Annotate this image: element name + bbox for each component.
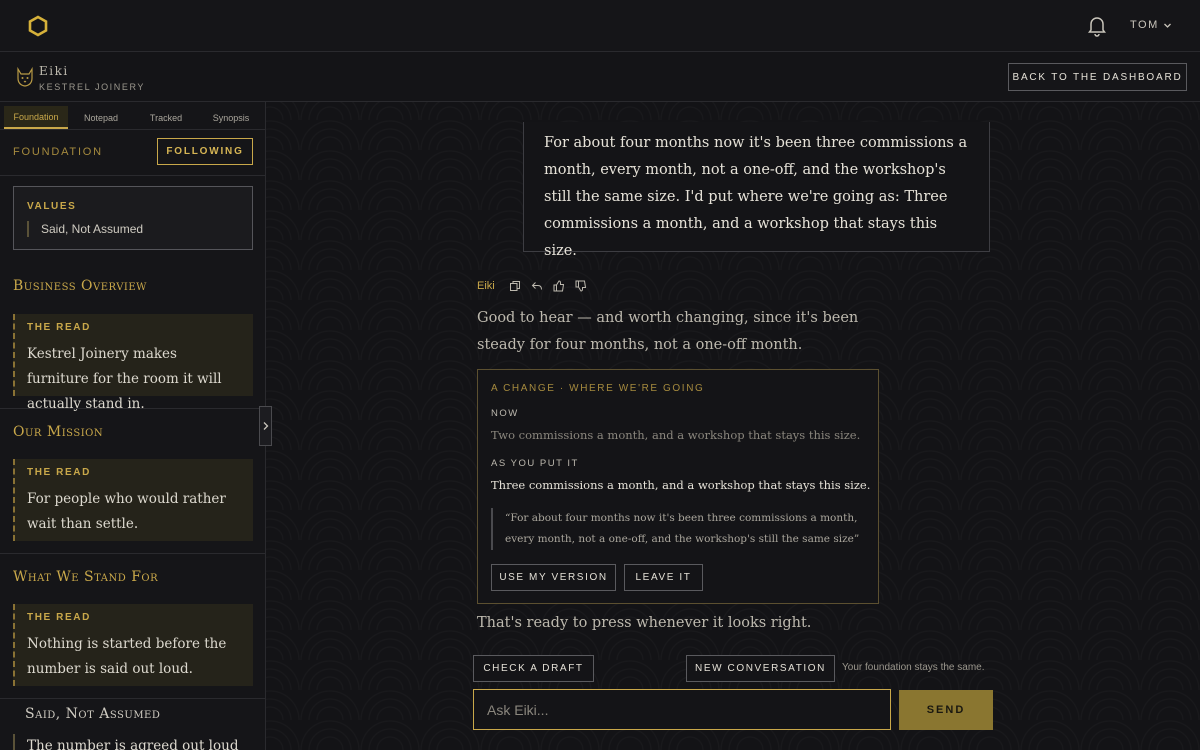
check-a-draft-button[interactable]: CHECK A DRAFT xyxy=(473,655,594,682)
section-heading-what-we-stand-for: What We Stand For xyxy=(13,569,159,585)
assistant-reply: Good to hear — and worth changing, since… xyxy=(477,310,859,353)
read-text: For people who would rather wait than se… xyxy=(27,491,226,532)
tab-notepad[interactable]: Notepad xyxy=(69,106,133,129)
send-button[interactable]: SEND xyxy=(899,690,993,730)
new-conversation-button[interactable]: NEW CONVERSATION xyxy=(686,655,835,682)
tab-tracked[interactable]: Tracked xyxy=(134,106,198,129)
top-bar: TOM xyxy=(0,0,1200,52)
as-you-put-it-text: Three commissions a month, and a worksho… xyxy=(491,478,871,492)
reply-icon[interactable] xyxy=(531,280,543,292)
ready-text: That's ready to press whenever it looks … xyxy=(477,615,812,631)
section-heading-business-overview: Business Overview xyxy=(13,278,147,294)
agent-name: Eiki xyxy=(39,64,69,78)
tab-foundation[interactable]: Foundation xyxy=(4,106,68,129)
divider xyxy=(0,129,265,130)
read-title: THE READ xyxy=(27,467,91,478)
sidebar: Foundation Notepad Tracked Synopsis FOUN… xyxy=(0,102,266,750)
thumbs-up-icon[interactable] xyxy=(553,280,565,292)
said-not-assumed-text: The number is agreed out loud before xyxy=(13,734,253,750)
divider xyxy=(0,408,265,409)
hexagon-logo-icon[interactable] xyxy=(27,15,49,37)
user-message-bubble: For about four months now it's been thre… xyxy=(523,122,990,259)
use-my-version-button[interactable]: USE MY VERSION xyxy=(491,564,616,591)
read-title: THE READ xyxy=(27,322,91,333)
tab-synopsis[interactable]: Synopsis xyxy=(199,106,263,129)
chevron-right-icon xyxy=(263,422,268,430)
thumbs-down-icon[interactable] xyxy=(575,280,587,292)
collapse-sidebar-button[interactable] xyxy=(259,406,272,446)
now-label: NOW xyxy=(491,408,519,419)
assistant-header: Eiki xyxy=(477,280,587,292)
chevron-down-icon xyxy=(1163,23,1171,28)
read-card-business-overview[interactable]: THE READ Kestrel Joinery makes furniture… xyxy=(13,314,253,412)
back-to-dashboard-button[interactable]: BACK TO THE DASHBOARD xyxy=(1008,63,1187,91)
user-menu[interactable]: TOM xyxy=(1130,19,1172,31)
values-card[interactable]: VALUES Said, Not Assumed xyxy=(13,186,253,250)
quote-text: “For about four months now it's been thr… xyxy=(491,508,861,550)
values-text: Said, Not Assumed xyxy=(27,221,143,237)
foundation-note: Your foundation stays the same. xyxy=(842,662,985,673)
foundation-label: FOUNDATION xyxy=(13,146,103,158)
leave-it-button[interactable]: LEAVE IT xyxy=(624,564,703,591)
user-name: TOM xyxy=(1130,19,1159,31)
bell-icon[interactable] xyxy=(1087,15,1107,37)
following-button[interactable]: FOLLOWING xyxy=(157,138,253,165)
change-card-title: A CHANGE · WHERE WE'RE GOING xyxy=(491,383,705,394)
read-title: THE READ xyxy=(27,612,91,623)
now-text: Two commissions a month, and a workshop … xyxy=(491,428,861,442)
cat-avatar-icon xyxy=(17,66,33,87)
divider xyxy=(0,175,265,176)
divider xyxy=(0,553,265,554)
assistant-name: Eiki xyxy=(477,280,495,292)
read-text: Nothing is started before the number is … xyxy=(27,636,227,677)
read-text: Kestrel Joinery makes furniture for the … xyxy=(27,346,222,412)
change-card: A CHANGE · WHERE WE'RE GOING NOW Two com… xyxy=(477,369,879,604)
divider xyxy=(0,698,265,699)
sidebar-tabs: Foundation Notepad Tracked Synopsis xyxy=(4,106,264,129)
as-you-put-it-label: AS YOU PUT IT xyxy=(491,458,579,469)
read-card-our-mission[interactable]: THE READ For people who would rather wai… xyxy=(13,459,253,541)
agent-bar: Eiki KESTREL JOINERY BACK TO THE DASHBOA… xyxy=(0,52,1200,102)
section-heading-our-mission: Our Mission xyxy=(13,424,104,440)
copy-icon[interactable] xyxy=(509,280,521,292)
agent-company: KESTREL JOINERY xyxy=(39,82,146,92)
values-title: VALUES xyxy=(27,201,77,212)
read-card-what-we-stand-for[interactable]: THE READ Nothing is started before the n… xyxy=(13,604,253,686)
user-message-text: For about four months now it's been thre… xyxy=(544,135,968,259)
ask-input[interactable] xyxy=(473,689,891,730)
section-heading-said-not-assumed: Said, Not Assumed xyxy=(25,706,161,722)
